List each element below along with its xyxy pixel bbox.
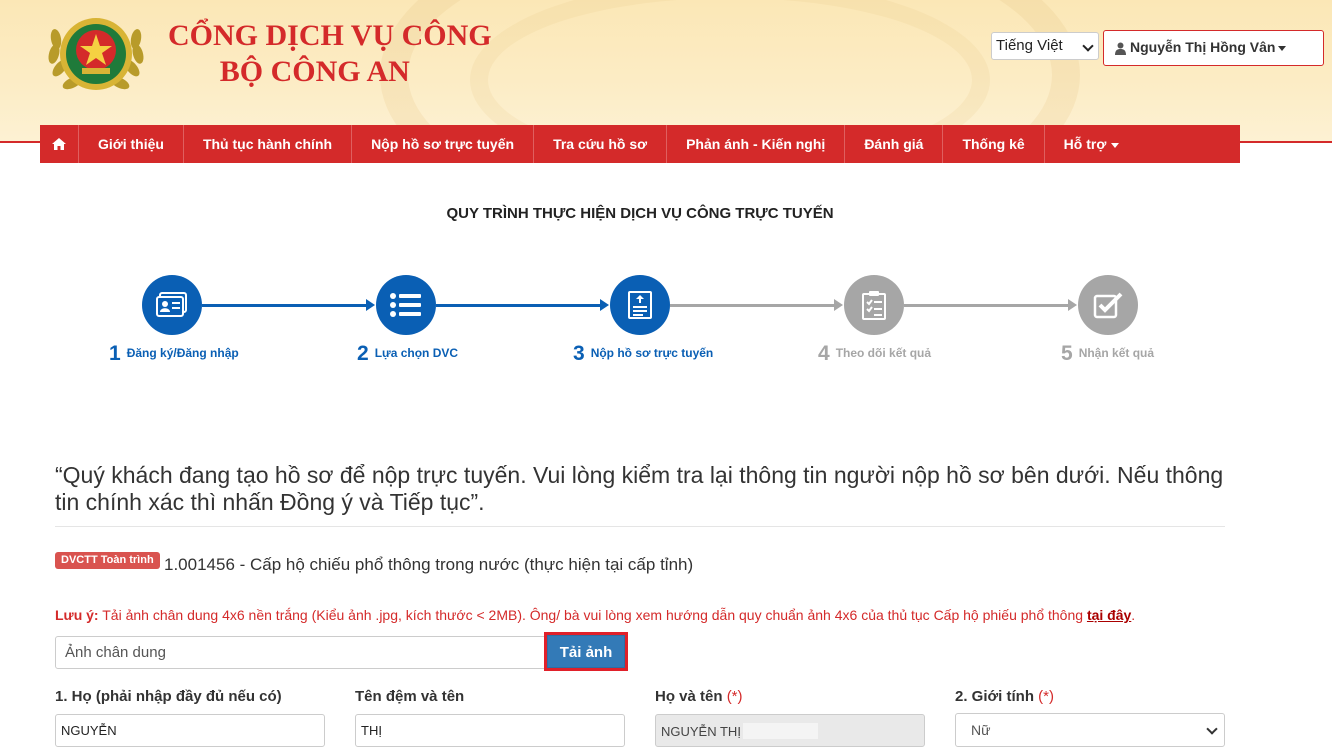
step-4-number: 4 [818,342,830,365]
step-2-circle [376,275,436,335]
step-1-number: 1 [109,342,121,365]
step-2-text: Lựa chọn DVC [374,346,459,360]
language-select[interactable]: Tiếng Việt [991,32,1099,60]
nav-phan-anh-kien-nghi[interactable]: Phản ánh - Kiến nghị [667,125,846,163]
confirmation-notice: “Quý khách đang tạo hồ sơ để nộp trực tu… [55,462,1224,515]
nav-gioi-thieu[interactable]: Giới thiệu [79,125,184,163]
step-connector-4 [904,304,1069,307]
nav-tra-cuu-ho-so[interactable]: Tra cứu hồ sơ [534,125,668,163]
photo-warning: Lưu ý: Tải ảnh chân dung 4x6 nền trắng (… [55,607,1135,623]
full-name-value: NGUYỄN THỊ [661,724,741,739]
nav-thong-ke[interactable]: Thống kê [943,125,1045,163]
id-card-icon [156,292,187,317]
police-emblem-logo[interactable] [40,8,152,100]
gender-value: Nữ [971,722,991,738]
redacted-mask [742,723,818,739]
user-menu-button[interactable]: Nguyễn Thị Hồng Vân [1103,30,1324,66]
main-nav: Giới thiệu Thủ tục hành chính Nộp hồ sơ … [40,125,1240,163]
step-1-circle [142,275,202,335]
nav-ho-tro[interactable]: Hỗ trợ [1045,125,1139,163]
full-name-input: NGUYỄN THỊ [655,714,925,747]
surname-input[interactable]: NGUYỄN [55,714,325,747]
gender-label-text: 2. Giới tính [955,688,1034,705]
guide-link[interactable]: tại đây [1087,607,1131,623]
surname-label-text: 1. Họ (phải nhập đầy đủ nếu có) [55,688,282,705]
nav-ho-tro-label: Hỗ trợ [1063,136,1107,152]
check-square-icon [1093,292,1123,319]
nav-nop-ho-so[interactable]: Nộp hồ sơ trực tuyến [352,125,535,163]
warning-prefix: Lưu ý: [55,607,99,623]
arrow-right-icon [834,299,843,311]
nav-home[interactable] [40,125,79,163]
site-header: CỔNG DỊCH VỤ CÔNG BỘ CÔNG AN Tiếng Việt … [0,0,1332,143]
warning-text: Tải ảnh chân dung 4x6 nền trắng (Kiểu ản… [98,607,1087,623]
document-upload-icon [628,291,652,319]
header-drum-pattern-inner [470,0,990,141]
brand-line-2: BỘ CÔNG AN [219,55,410,88]
step-5-text: Nhận kết quả [1078,346,1155,360]
step-5-circle [1078,275,1138,335]
surname-label: 1. Họ (phải nhập đầy đủ nếu có) [55,688,282,705]
brand-line-1: CỔNG DỊCH VỤ CÔNG [168,19,492,52]
nav-thu-tuc-hanh-chinh[interactable]: Thủ tục hành chính [184,125,353,163]
portrait-photo-input[interactable]: Ảnh chân dung [55,636,547,669]
given-name-input[interactable]: THỊ [355,714,625,747]
arrow-right-icon [1068,299,1077,311]
step-3-circle [610,275,670,335]
section-divider [55,526,1225,527]
step-connector-3 [670,304,835,307]
step-3-text: Nộp hồ sơ trực tuyến [590,346,714,360]
step-connector-2 [436,304,601,307]
required-mark: (*) [726,688,743,705]
gender-select[interactable]: Nữ [955,713,1225,747]
given-name-label: Tên đệm và tên [355,688,464,705]
step-5-number: 5 [1061,342,1073,365]
user-name: Nguyễn Thị Hồng Vân [1130,39,1276,55]
chevron-down-icon [1082,40,1094,52]
step-4-label: 4 Theo dõi kết quả [818,342,931,366]
service-type-badge: DVCTT Toàn trình [55,552,160,569]
upload-photo-button[interactable]: Tải ảnh [547,635,625,668]
step-2-label: 2 Lựa chọn DVC [357,342,458,366]
full-name-label-text: Họ và tên [655,688,723,705]
service-name: 1.001456 - Cấp hộ chiếu phổ thông trong … [164,555,694,574]
caret-down-icon [1111,142,1120,148]
chevron-down-icon [1206,723,1218,735]
home-icon [52,138,66,150]
step-1-label: 1 Đăng ký/Đăng nhập [109,342,239,366]
step-2-number: 2 [357,342,369,365]
list-icon [390,293,421,317]
upload-button-highlight: Tải ảnh [544,632,628,671]
process-title: QUY TRÌNH THỰC HIỆN DỊCH VỤ CÔNG TRỰC TU… [446,205,834,222]
arrow-right-icon [366,299,375,311]
caret-down-icon [1278,45,1287,51]
step-1-text: Đăng ký/Đăng nhập [126,346,239,360]
checklist-icon [862,291,886,320]
step-3-number: 3 [573,342,585,365]
language-value: Tiếng Việt [996,37,1063,54]
user-icon [1115,42,1126,55]
given-name-label-text: Tên đệm và tên [355,688,465,705]
arrow-right-icon [600,299,609,311]
full-name-label: Họ và tên (*) [655,688,743,705]
step-4-circle [844,275,904,335]
warning-suffix: . [1131,607,1136,623]
portal-brand-title[interactable]: CỔNG DỊCH VỤ CÔNG BỘ CÔNG AN [168,18,492,90]
step-5-label: 5 Nhận kết quả [1061,342,1154,366]
step-3-label: 3 Nộp hồ sơ trực tuyến [573,342,713,366]
gender-label: 2. Giới tính (*) [955,688,1054,705]
required-mark: (*) [1038,688,1054,705]
step-connector-1 [202,304,367,307]
step-4-text: Theo dõi kết quả [835,346,932,360]
nav-danh-gia[interactable]: Đánh giá [845,125,944,163]
